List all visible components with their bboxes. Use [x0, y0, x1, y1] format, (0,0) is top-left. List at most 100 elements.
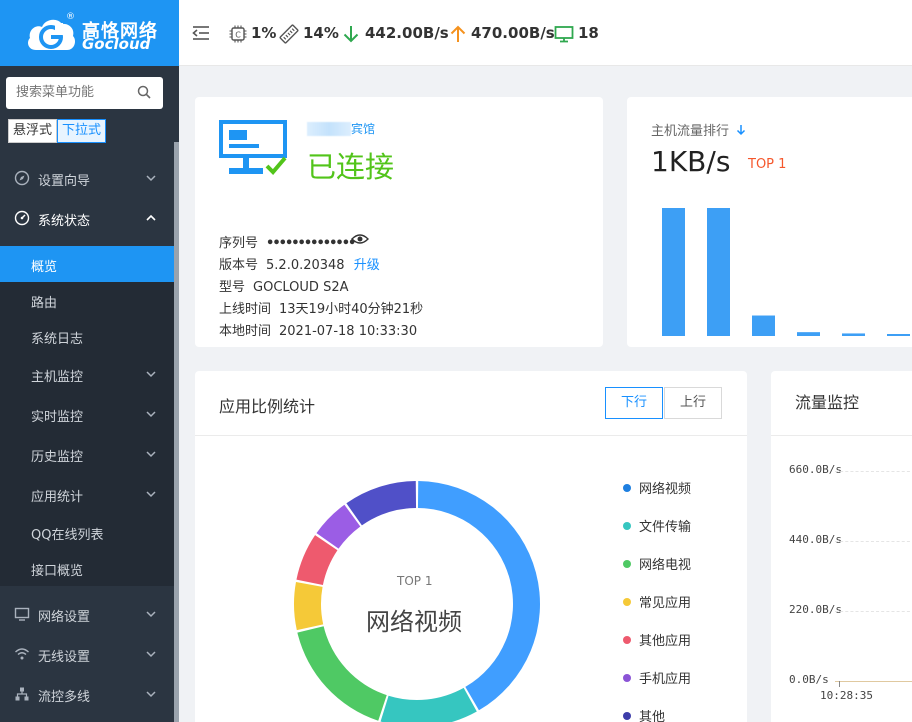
nav-sub-realtime-monitor[interactable]: 实时监控: [0, 394, 174, 434]
legend-label: 网络视频: [639, 482, 692, 497]
cpu-icon: C: [229, 25, 247, 43]
menu-search[interactable]: [6, 77, 163, 109]
uptime-label: 上线时间: [219, 302, 272, 317]
localtime-label: 本地时间: [219, 324, 272, 339]
nav-sub-history-monitor[interactable]: 历史监控: [0, 434, 174, 474]
host-rank-bar[interactable]: [662, 208, 685, 336]
host-rank-title-text: 主机流量排行: [651, 124, 730, 139]
nav-sub-label: 实时监控: [31, 410, 84, 425]
localtime-value: 2021-07-18 10:33:30: [279, 324, 418, 339]
legend-dot: [623, 484, 631, 492]
donut-slice[interactable]: [297, 626, 387, 721]
nav-sub-label: 主机监控: [31, 370, 84, 385]
nav-sub-qq-online[interactable]: QQ在线列表: [0, 514, 174, 550]
download-rate: 442.00B/s: [365, 24, 449, 42]
legend-label: 手机应用: [639, 672, 692, 687]
host-rank-bar[interactable]: [842, 333, 865, 336]
chevron-down-icon: [146, 491, 156, 498]
nav-wireless-settings[interactable]: 无线设置: [0, 634, 174, 674]
y-tick-label: 660.0B/s: [789, 463, 842, 476]
menu-mode-toggle: 悬浮式 下拉式: [8, 119, 107, 143]
menu-search-input[interactable]: [16, 77, 134, 107]
nav-sub-interface-overview[interactable]: 接口概览: [0, 550, 174, 586]
donut-slice[interactable]: [346, 481, 417, 526]
x-tick-label: 10:28:35: [820, 689, 873, 702]
sort-down-arrow-icon[interactable]: [736, 124, 746, 136]
upgrade-link[interactable]: 升级: [354, 258, 380, 273]
sidebar: ® 高恪网络 Gocloud 悬浮式 下拉式 设置向导 系统状态 概览 路由 系…: [0, 0, 179, 722]
nav-flowctrl-label: 流控多线: [38, 690, 91, 705]
model-value: GOCLOUD S2A: [253, 280, 349, 295]
nav-wireless-label: 无线设置: [38, 650, 91, 665]
legend-dot: [623, 598, 631, 606]
network-tree-icon: [15, 687, 29, 701]
donut-slice[interactable]: [380, 687, 477, 722]
host-rank-bar-chart: [662, 208, 910, 336]
app-ratio-title: 应用比例统计: [219, 397, 316, 416]
nav-sub-label: 路由: [31, 296, 58, 311]
chevron-down-icon: [146, 411, 156, 418]
nav-sub-label: QQ在线列表: [31, 528, 104, 543]
nav-sub-label: 应用统计: [31, 490, 84, 505]
nav-network-settings[interactable]: 网络设置: [0, 594, 174, 634]
app-ratio-donut-chart: [294, 481, 540, 722]
nav-sub-app-stats[interactable]: 应用统计: [0, 474, 174, 514]
card-divider: [771, 435, 912, 436]
memory-usage: 14%: [303, 24, 339, 42]
card-divider: [195, 435, 747, 436]
grid-line: [835, 471, 912, 472]
eye-icon[interactable]: [351, 233, 369, 245]
nav-setup-label: 设置向导: [38, 174, 91, 189]
sidebar-scrollbar[interactable]: [174, 142, 179, 722]
menu-mode-float-button[interactable]: 悬浮式: [8, 119, 58, 143]
device-name: 宾馆: [307, 120, 375, 137]
nav-sub-route[interactable]: 路由: [0, 282, 174, 318]
chevron-down-icon: [146, 611, 156, 618]
legend-dot: [623, 636, 631, 644]
legend-label: 其他: [639, 710, 666, 722]
nav-sub-syslog[interactable]: 系统日志: [0, 318, 174, 354]
menu-mode-dropdown-button[interactable]: 下拉式: [57, 119, 107, 143]
donut-top-app-name: 网络视频: [366, 608, 462, 636]
logo[interactable]: ® 高恪网络 Gocloud: [0, 0, 179, 66]
collapse-menu-icon[interactable]: [192, 25, 210, 41]
top-bar: C 1% 14% 442.00B/s 470.00B/s 18: [179, 0, 912, 66]
host-rank-bar[interactable]: [707, 208, 730, 336]
nav-sub-label: 概览: [31, 260, 58, 275]
nav-sub-label: 接口概览: [31, 564, 84, 579]
router-connected-icon: [219, 120, 287, 175]
legend-dot: [623, 560, 631, 568]
nav-flow-control[interactable]: 流控多线: [0, 674, 174, 714]
connection-status: 已连接: [307, 150, 395, 184]
tab-upstream[interactable]: 上行: [664, 387, 722, 419]
nav-system-status[interactable]: 系统状态: [0, 198, 174, 238]
traffic-baseline: [835, 681, 912, 682]
donut-top-label: TOP 1: [397, 574, 433, 588]
chevron-down-icon: [146, 651, 156, 658]
host-rank-bar[interactable]: [752, 315, 775, 336]
legend-label: 网络电视: [639, 558, 692, 573]
version-value: 5.2.0.20348: [266, 258, 345, 273]
x-tick-mark: [839, 681, 840, 687]
donut-slice[interactable]: [417, 481, 540, 711]
model-row: 型号 GOCLOUD S2A: [219, 276, 348, 295]
tab-downstream[interactable]: 下行: [605, 387, 663, 419]
host-rank-bar[interactable]: [887, 334, 910, 336]
nav-setup-wizard[interactable]: 设置向导: [0, 158, 174, 198]
hosts-monitor-icon: [554, 26, 574, 43]
upload-arrow-icon: [450, 25, 466, 42]
serial-row: 序列号 ••••••••••••••: [219, 232, 356, 251]
cpu-usage: 1%: [251, 24, 277, 42]
svg-text:C: C: [235, 31, 241, 40]
wifi-icon: [15, 648, 29, 660]
host-rank-top-label: TOP 1: [748, 157, 787, 172]
chevron-down-icon: [146, 371, 156, 378]
donut-slice[interactable]: [294, 581, 324, 631]
online-hosts-count: 18: [578, 24, 599, 42]
nav-sub-overview[interactable]: 概览: [0, 246, 174, 282]
search-icon[interactable]: [137, 85, 151, 99]
serial-value: ••••••••••••••: [266, 236, 356, 251]
nav-sub-host-monitor[interactable]: 主机监控: [0, 354, 174, 394]
legend-dot: [623, 712, 631, 720]
host-rank-bar[interactable]: [797, 332, 820, 336]
